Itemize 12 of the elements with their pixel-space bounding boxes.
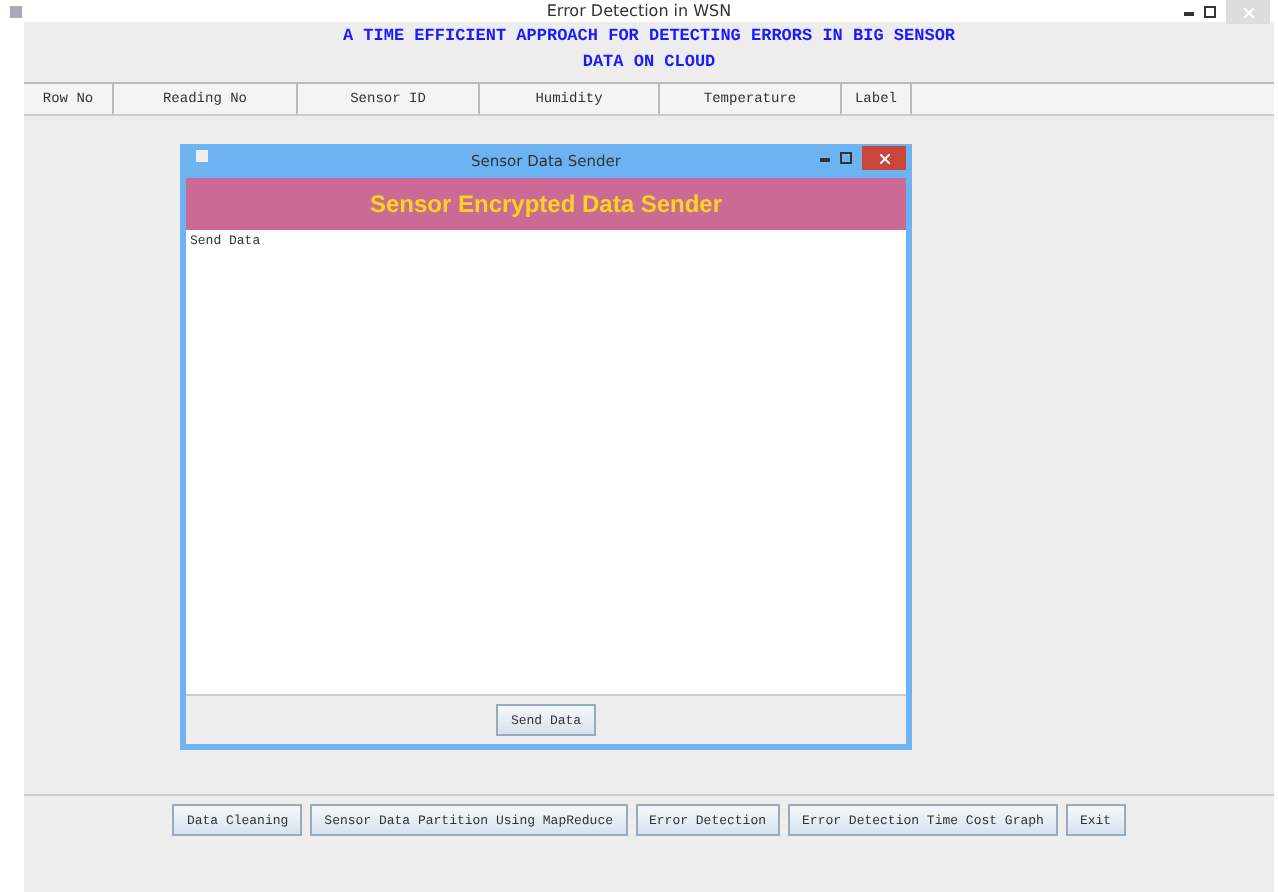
minimize-icon[interactable] — [1184, 9, 1194, 15]
close-icon — [879, 153, 889, 163]
maximize-icon[interactable] — [840, 152, 852, 164]
window-title: Error Detection in WSN — [546, 2, 732, 20]
heading: A TIME EFFICIENT APPROACH FOR DETECTING ERRORS IN BIG SENSOR DATA ON CLOUD — [340, 24, 958, 76]
close-button[interactable] — [862, 146, 906, 170]
restore-icon[interactable] — [1204, 6, 1216, 18]
minimize-icon[interactable] — [820, 155, 830, 161]
banner-title: Sensor Encrypted Data Sender — [186, 178, 906, 230]
app-icon — [8, 4, 24, 20]
close-icon — [1243, 7, 1253, 17]
app-icon — [194, 148, 210, 164]
